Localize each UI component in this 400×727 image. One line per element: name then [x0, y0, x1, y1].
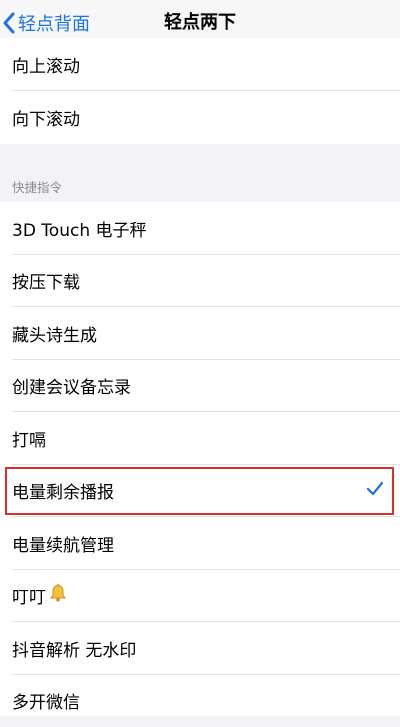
- list-item-scroll-down[interactable]: 向下滚动: [0, 91, 400, 144]
- scroll-actions-group: 向上滚动 向下滚动: [0, 38, 400, 144]
- list-item-label: 藏头诗生成: [12, 321, 97, 346]
- list-item-label: 创建会议备忘录: [12, 373, 131, 398]
- list-item-label: 多开微信: [12, 688, 80, 713]
- list-item-label: 电量剩余播报: [12, 478, 114, 503]
- list-item-label: 打嗝: [12, 426, 46, 451]
- shortcuts-list: 3D Touch 电子秤 按压下载 藏头诗生成 创建会议备忘录 打嗝 电量剩余播…: [0, 202, 400, 716]
- list-item[interactable]: 打嗝: [0, 412, 400, 465]
- bell-icon: [48, 583, 68, 608]
- list-item[interactable]: 叮叮: [0, 570, 400, 623]
- list-item[interactable]: 抖音解析 无水印: [0, 622, 400, 675]
- list-item[interactable]: 藏头诗生成: [0, 307, 400, 360]
- checkmark-icon: [366, 480, 384, 501]
- list-item-scroll-up[interactable]: 向上滚动: [0, 38, 400, 91]
- list-item-selected[interactable]: 电量剩余播报: [0, 465, 400, 518]
- list-item[interactable]: 多开微信: [0, 675, 400, 727]
- list-item-label: 抖音解析 无水印: [12, 636, 136, 661]
- list-item[interactable]: 3D Touch 电子秤: [0, 202, 400, 255]
- list-item-label: 向下滚动: [12, 105, 80, 130]
- list-item-label: 向上滚动: [12, 52, 80, 77]
- list-item[interactable]: 电量续航管理: [0, 517, 400, 570]
- section-header-shortcuts: 快捷指令: [12, 177, 62, 196]
- list-item-label: 按压下载: [12, 268, 80, 293]
- list-item[interactable]: 创建会议备忘录: [0, 360, 400, 413]
- list-item-label: 3D Touch 电子秤: [12, 216, 147, 241]
- list-item[interactable]: 按压下载: [0, 255, 400, 308]
- list-item-label: 叮叮: [12, 583, 46, 608]
- list-item-label: 电量续航管理: [12, 531, 114, 556]
- chevron-left-icon: [2, 12, 16, 34]
- back-button-label: 轻点背面: [18, 10, 90, 36]
